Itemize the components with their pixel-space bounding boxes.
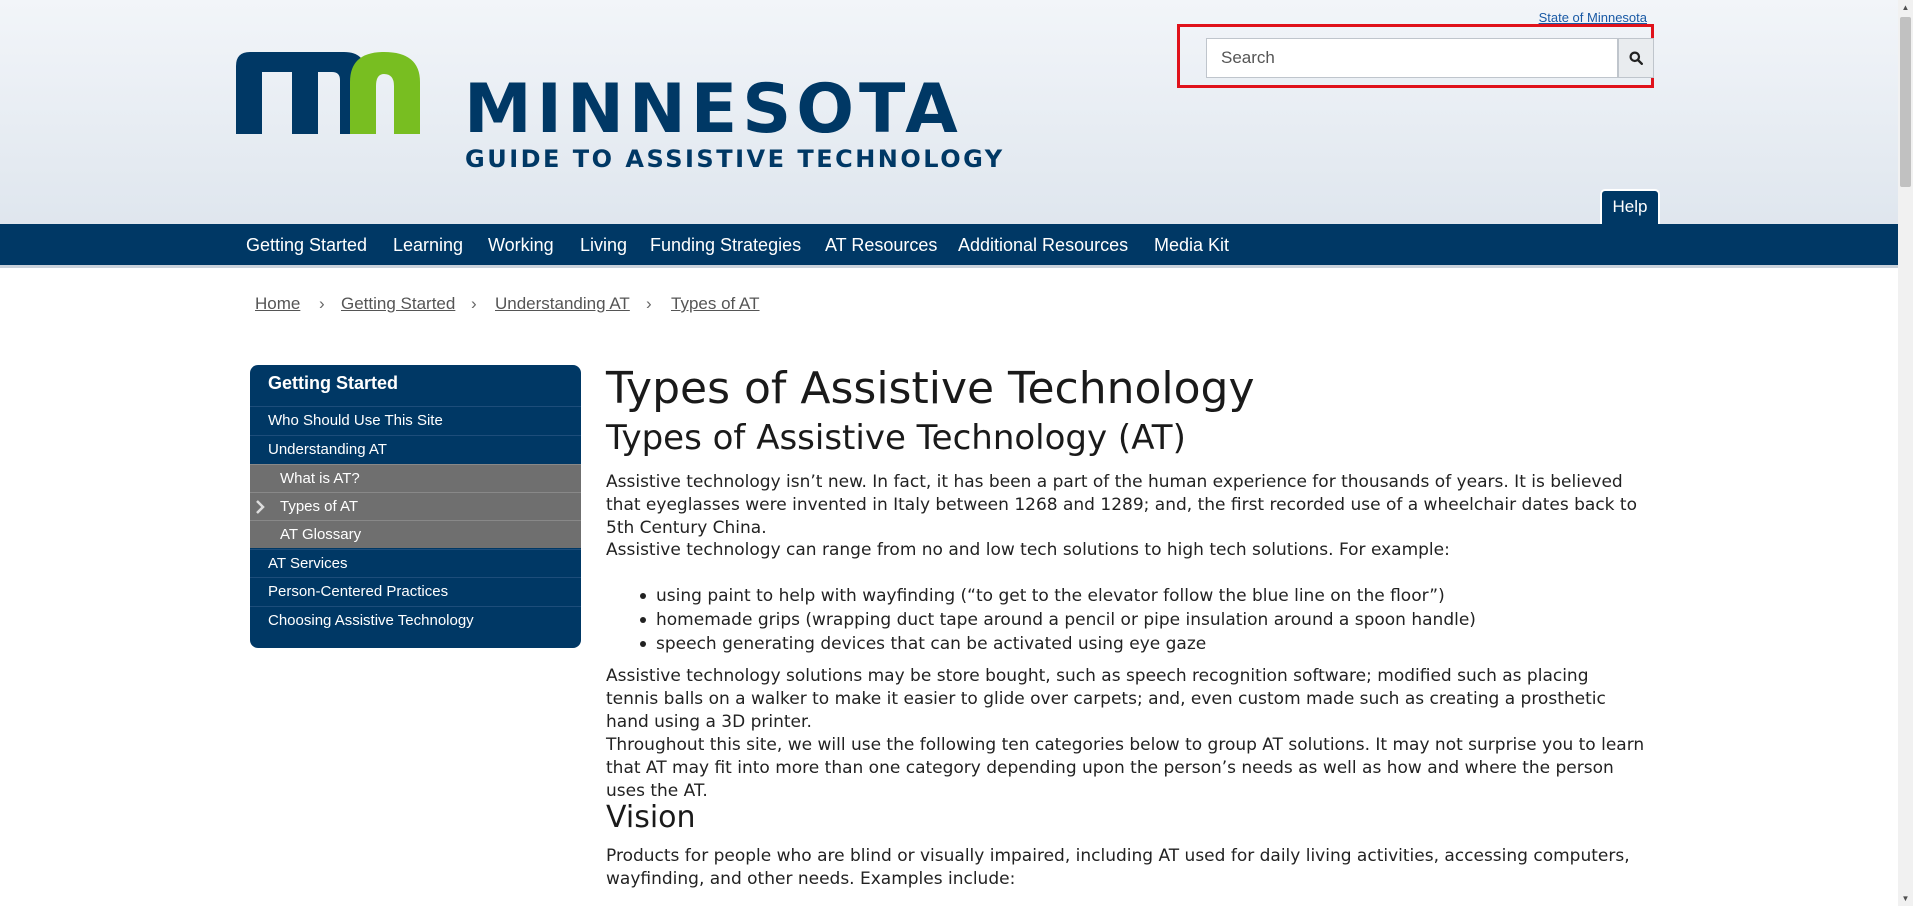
nav-additional-resources[interactable]: Additional Resources xyxy=(958,224,1128,266)
state-of-minnesota-link[interactable]: State of Minnesota xyxy=(1539,10,1647,25)
scroll-thumb[interactable] xyxy=(1900,17,1911,187)
scroll-down-arrow-icon[interactable]: ▼ xyxy=(1898,891,1913,906)
breadcrumb-separator: › xyxy=(319,294,325,313)
breadcrumb-understanding-at[interactable]: Understanding AT xyxy=(495,294,630,314)
section-heading-vision: Vision xyxy=(606,800,696,835)
list-item: using paint to help with wayfinding (“to… xyxy=(640,584,1476,608)
search-input[interactable] xyxy=(1206,38,1618,78)
breadcrumb-getting-started[interactable]: Getting Started xyxy=(341,294,455,314)
list-item: homemade grips (wrapping duct tape aroun… xyxy=(640,610,1476,630)
help-tab[interactable]: Help xyxy=(1600,189,1660,225)
page-scrollbar[interactable]: ▲ ▼ xyxy=(1898,0,1913,906)
sidebar-item-person-centered[interactable]: Person-Centered Practices xyxy=(250,577,581,605)
solutions-paragraph: Assistive technology solutions may be st… xyxy=(606,666,1606,732)
breadcrumb-home[interactable]: Home xyxy=(255,294,300,314)
logo-wordmark: MINNESOTA xyxy=(464,70,963,149)
intro-paragraph: Assistive technology isn’t new. In fact,… xyxy=(606,472,1637,538)
search-icon xyxy=(1629,51,1643,65)
sidebar-item-choosing-at[interactable]: Choosing Assistive Technology xyxy=(250,606,581,634)
categories-paragraph: Throughout this site, we will use the fo… xyxy=(606,735,1645,801)
sidebar-item-at-services[interactable]: AT Services xyxy=(250,549,581,577)
vision-paragraph: Products for people who are blind or vis… xyxy=(606,846,1630,889)
nav-getting-started[interactable]: Getting Started xyxy=(246,224,367,266)
search-area-highlight xyxy=(1177,24,1654,88)
scroll-up-arrow-icon[interactable]: ▲ xyxy=(1898,0,1913,15)
nav-learning[interactable]: Learning xyxy=(393,224,463,266)
sidebar-item-what-is-at[interactable]: What is AT? xyxy=(250,464,581,492)
nav-at-resources[interactable]: AT Resources xyxy=(825,224,937,266)
chevron-right-icon xyxy=(256,500,265,514)
sidebar-item-label: Types of AT xyxy=(280,498,359,515)
nav-working[interactable]: Working xyxy=(488,224,554,266)
page-subtitle: Types of Assistive Technology (AT) xyxy=(606,418,1186,458)
nav-living[interactable]: Living xyxy=(580,224,627,266)
examples-list: using paint to help with wayfinding (“to… xyxy=(640,584,1476,656)
sidebar-nav: Getting Started Who Should Use This Site… xyxy=(250,365,581,648)
breadcrumb-separator: › xyxy=(471,294,477,313)
nav-media-kit[interactable]: Media Kit xyxy=(1154,224,1229,266)
logo-subtitle: GUIDE TO ASSISTIVE TECHNOLOGY xyxy=(465,145,1005,173)
sidebar-item-types-of-at[interactable]: Types of AT xyxy=(250,492,581,520)
search-button[interactable] xyxy=(1618,38,1654,78)
nav-funding-strategies[interactable]: Funding Strategies xyxy=(650,224,801,266)
mn-logo-icon xyxy=(236,52,420,134)
sidebar-title[interactable]: Getting Started xyxy=(268,373,398,394)
site-header: State of Minnesota MINNESOTA GUIDE TO AS… xyxy=(0,0,1898,225)
sidebar-item-who-should-use[interactable]: Who Should Use This Site xyxy=(250,406,581,434)
sidebar-item-understanding-at[interactable]: Understanding AT xyxy=(250,435,581,463)
breadcrumb-types-of-at[interactable]: Types of AT xyxy=(671,294,760,314)
page-title: Types of Assistive Technology xyxy=(606,363,1255,414)
main-nav: Getting Started Learning Working Living … xyxy=(0,224,1898,268)
sidebar-item-at-glossary[interactable]: AT Glossary xyxy=(250,520,581,548)
range-paragraph: Assistive technology can range from no a… xyxy=(606,540,1450,560)
breadcrumb-separator: › xyxy=(646,294,652,313)
list-item: speech generating devices that can be ac… xyxy=(640,632,1476,656)
